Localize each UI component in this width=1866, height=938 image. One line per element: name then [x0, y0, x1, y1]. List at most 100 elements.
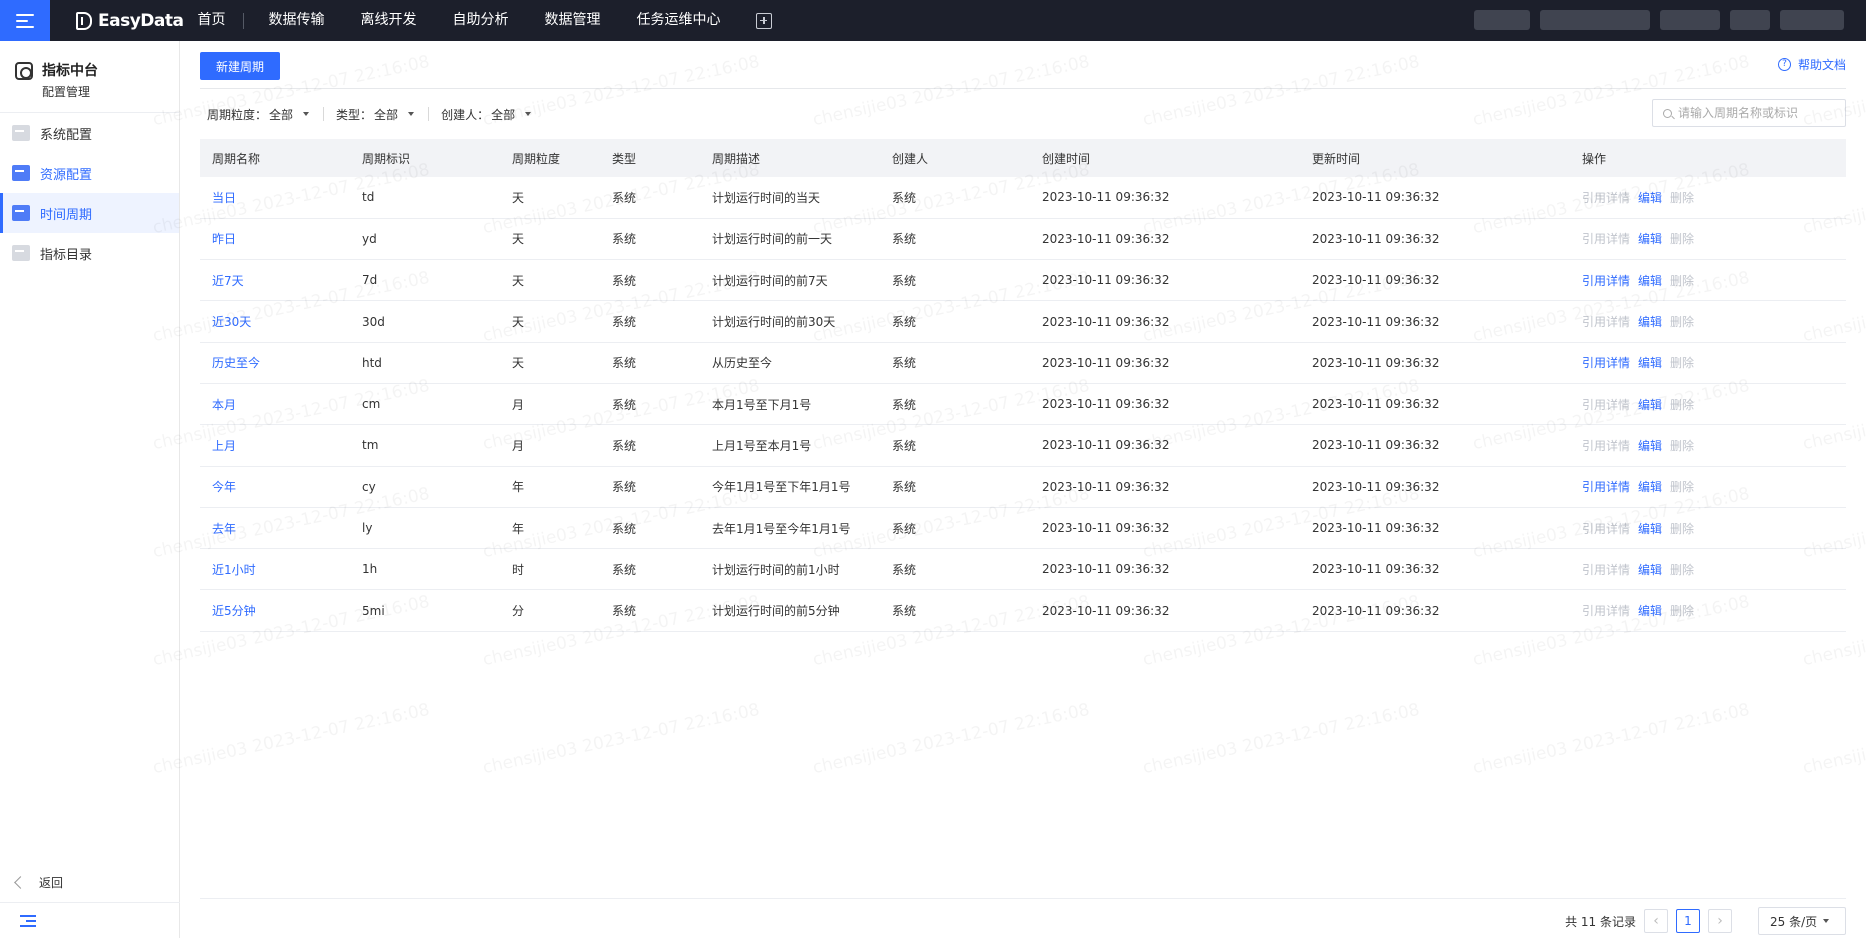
watermark-text: chensijie03 2023-12-07 22:16:08 [151, 700, 431, 778]
table-row: 近1小时 1h 时 系统 计划运行时间的前1小时 系统 2023-10-11 09:36:3… [200, 549, 1846, 590]
edit-link[interactable]: 编辑 [1638, 230, 1662, 247]
reference-details-link: 引用详情 [1582, 438, 1631, 453]
period-table: 周期名称 周期标识 周期粒度 类型 周期描述 创建人 创建时间 更新时间 操作 … [200, 139, 1846, 632]
column-header: 周期描述 [712, 151, 761, 166]
sidebar-item-resource-config[interactable]: 资源配置 [0, 153, 179, 193]
period-description-cell: 上月1号至本月1号 [712, 438, 812, 453]
reference-details-link[interactable]: 引用详情 [1582, 272, 1630, 289]
sidebar-item-time-period[interactable]: 时间周期 [0, 193, 179, 233]
period-type-cell: 系统 [612, 190, 637, 205]
period-name-link[interactable]: 近30天 [212, 315, 251, 329]
add-app-icon[interactable] [756, 12, 773, 29]
reference-details-link[interactable]: 引用详情 [1582, 478, 1630, 495]
collapse-sidebar-icon[interactable] [20, 914, 36, 927]
delete-link: 删除 [1670, 356, 1695, 371]
table-row: 近30天 30d 天 系统 计划运行时间的前30天 系统 2023-10-11 09:36:… [200, 301, 1846, 343]
period-description-cell: 计划运行时间的前7天 [712, 273, 828, 288]
period-code-cell: 7d [362, 273, 378, 288]
table-row: 昨日 yd 天 系统 计划运行时间的前一天 系统 2023-10-11 09:36:32 20… [200, 218, 1846, 260]
table-row: 当日 td 天 系统 计划运行时间的当天 系统 2023-10-11 09:36:32 202… [200, 177, 1846, 219]
chevron-left-icon [14, 876, 27, 889]
period-type-cell: 系统 [612, 356, 637, 371]
creator-cell: 系统 [892, 397, 917, 412]
updated-time-cell: 2023-10-11 09:36:32 [1312, 231, 1440, 246]
nav-task-ops-center[interactable]: 任务运维中心 [618, 0, 738, 41]
edit-link[interactable]: 编辑 [1638, 478, 1662, 495]
filter-type[interactable]: 类型： 全部 [336, 106, 428, 123]
period-code-cell: yd [362, 231, 377, 246]
period-code-cell: cm [362, 397, 381, 412]
period-code-cell: td [362, 190, 375, 205]
user-area[interactable] [1474, 10, 1844, 30]
sidebar-item-metric-catalog[interactable]: 指标目录 [0, 233, 179, 273]
column-header: 周期粒度 [512, 151, 561, 166]
edit-link[interactable]: 编辑 [1638, 272, 1662, 289]
reference-details-link[interactable]: 引用详情 [1582, 354, 1630, 371]
brand-logo[interactable]: EasyData [76, 11, 184, 31]
prev-page-button[interactable]: ‹ [1644, 909, 1668, 933]
delete-link: 删除 [1670, 315, 1695, 330]
back-link[interactable]: 返回 [14, 874, 63, 891]
delete-link: 删除 [1670, 562, 1695, 577]
period-code-cell: 5mi [362, 603, 385, 618]
period-code-cell: ly [362, 521, 373, 536]
search-box[interactable] [1652, 99, 1846, 127]
updated-time-cell: 2023-10-11 09:36:32 [1312, 397, 1440, 412]
nav-data-transfer[interactable]: 数据传输 [268, 0, 342, 41]
filter-creator[interactable]: 创建人： 全部 [441, 106, 545, 123]
column-header: 周期名称 [212, 151, 261, 166]
period-description-cell: 本月1号至下月1号 [712, 397, 812, 412]
actions-cell: 引用详情 编辑 删除 [1570, 383, 1846, 424]
edit-link[interactable]: 编辑 [1638, 354, 1662, 371]
main-nav: 首页 数据传输 离线开发 自助分析 数据管理 任务运维中心 [197, 0, 773, 41]
period-name-link[interactable]: 近5分钟 [212, 604, 256, 618]
menu-button[interactable] [0, 0, 50, 41]
edit-link[interactable]: 编辑 [1638, 189, 1662, 206]
period-name-link[interactable]: 近7天 [212, 274, 244, 288]
filter-granularity[interactable]: 周期粒度： 全部 [207, 106, 323, 123]
watermark-text: chensijie03 2023-12-07 22:16:08 [481, 700, 761, 778]
sidebar-item-system-config[interactable]: 系统配置 [0, 113, 179, 153]
filter-bar: 周期粒度： 全部 类型： 全部 创建人： 全部 [207, 104, 545, 124]
period-name-link[interactable]: 本月 [212, 398, 236, 412]
table-row: 去年 ly 年 系统 去年1月1号至今年1月1号 系统 2023-10-11 09:36:3… [200, 507, 1846, 549]
blurred-user-info [1730, 10, 1770, 30]
period-name-link[interactable]: 近1小时 [212, 563, 256, 577]
help-docs-link[interactable]: ? 帮助文档 [1777, 56, 1846, 73]
period-granularity-cell: 年 [512, 480, 525, 495]
actions-cell: 引用详情 编辑 删除 [1570, 425, 1846, 466]
edit-link[interactable]: 编辑 [1638, 313, 1662, 330]
page-number[interactable]: 1 [1676, 909, 1700, 933]
edit-link[interactable]: 编辑 [1638, 437, 1662, 454]
nav-self-analysis[interactable]: 自助分析 [434, 0, 526, 41]
actions-cell: 引用详情 编辑 删除 [1570, 301, 1846, 342]
period-code-cell: 1h [362, 562, 378, 577]
nav-divider [243, 12, 245, 29]
edit-link[interactable]: 编辑 [1638, 520, 1662, 537]
period-name-link[interactable]: 历史至今 [212, 356, 260, 370]
nav-offline-dev[interactable]: 离线开发 [342, 0, 434, 41]
creator-cell: 系统 [892, 521, 917, 536]
period-granularity-cell: 天 [512, 232, 525, 247]
actions-cell: 引用详情 编辑 删除 [1570, 342, 1846, 383]
table-row: 历史至今 htd 天 系统 从历史至今 系统 2023-10-11 09:36:32 2023… [200, 342, 1846, 384]
period-name-link[interactable]: 上月 [212, 439, 236, 453]
period-granularity-cell: 月 [512, 397, 525, 412]
period-name-link[interactable]: 去年 [212, 522, 236, 536]
period-description-cell: 计划运行时间的前5分钟 [712, 604, 840, 619]
search-input[interactable] [1678, 106, 1838, 120]
nav-data-management[interactable]: 数据管理 [526, 0, 618, 41]
edit-link[interactable]: 编辑 [1638, 602, 1662, 619]
period-name-link[interactable]: 今年 [212, 480, 236, 494]
edit-link[interactable]: 编辑 [1638, 561, 1662, 578]
edit-link[interactable]: 编辑 [1638, 396, 1662, 413]
next-page-button[interactable]: › [1708, 909, 1732, 933]
period-type-cell: 系统 [612, 604, 637, 619]
updated-time-cell: 2023-10-11 09:36:32 [1312, 273, 1440, 288]
nav-home[interactable]: 首页 [197, 0, 243, 41]
period-name-link[interactable]: 当日 [212, 191, 236, 205]
new-period-button[interactable]: 新建周期 [200, 52, 280, 80]
period-name-link[interactable]: 昨日 [212, 232, 236, 246]
delete-link: 删除 [1670, 438, 1695, 453]
page-size-select[interactable]: 25 条/页 [1758, 907, 1846, 935]
